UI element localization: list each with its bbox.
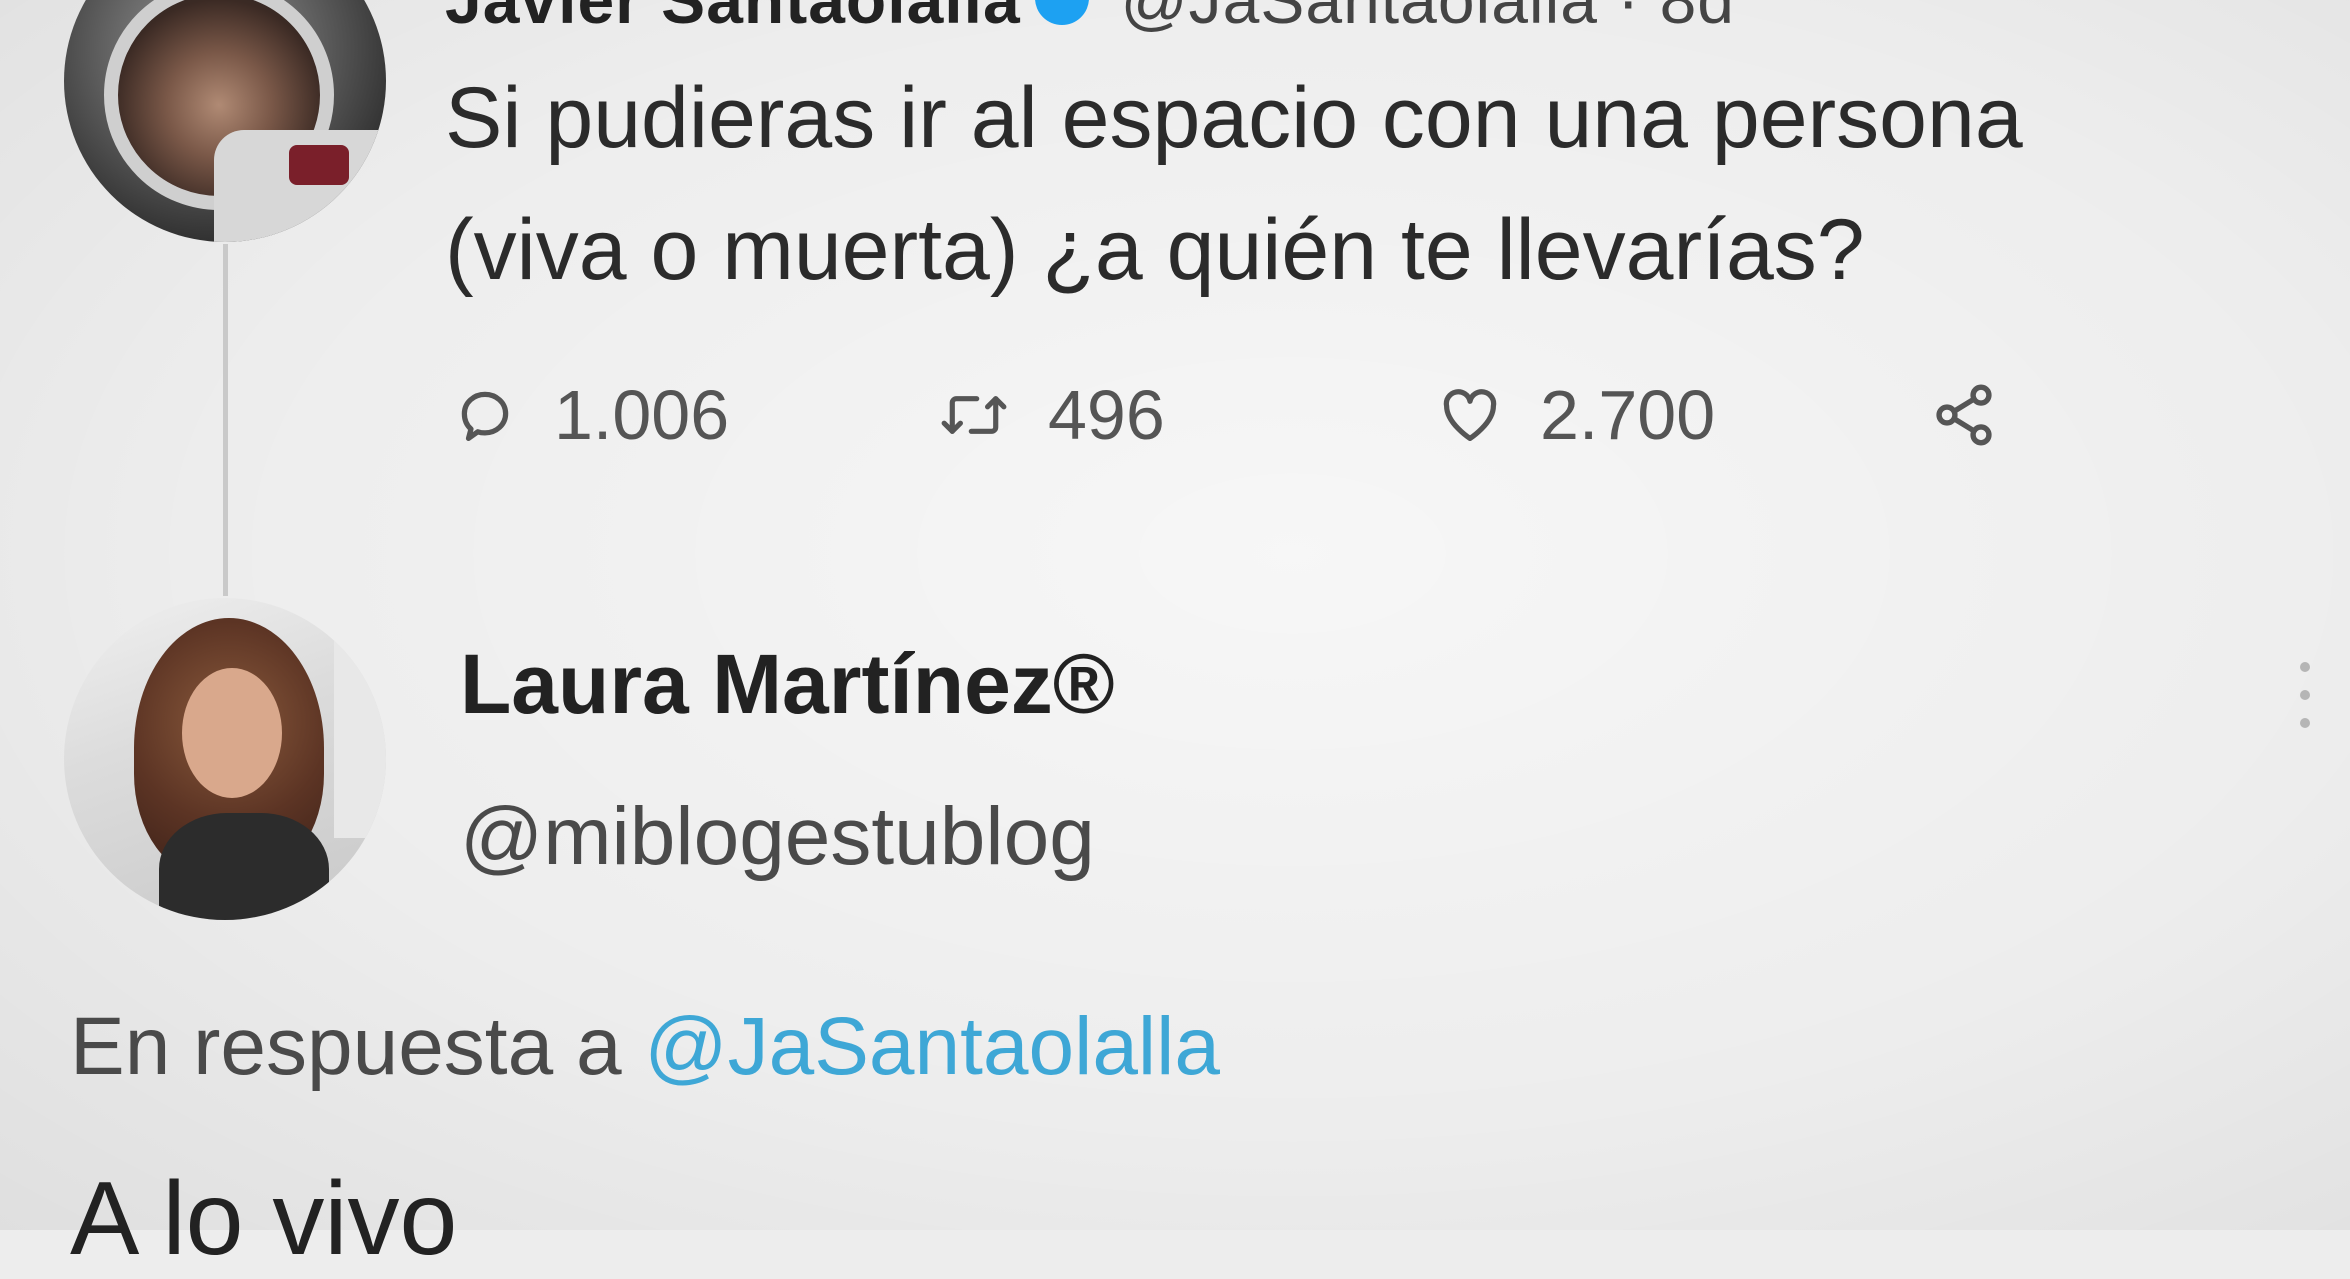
heart-icon [1436, 382, 1504, 448]
original-tweet-header[interactable]: Javier Santaolalla @JaSantaolalla · 8d [445, 0, 1735, 38]
reply-author-name[interactable]: Laura Martínez® [460, 636, 1115, 733]
vertical-ellipsis-icon[interactable] [2290, 655, 2320, 735]
reply-count: 1.006 [554, 376, 730, 454]
reply-author-avatar[interactable] [64, 598, 386, 920]
retweet-arrows-icon [936, 382, 1012, 448]
original-author-name[interactable]: Javier Santaolalla [445, 0, 1021, 37]
reply-tweet-text: A lo vivo [70, 1161, 458, 1277]
replying-to-prefix: En respuesta a [70, 1001, 622, 1092]
tweet-text-line-1: Si pudieras ir al espacio con una person… [445, 70, 2023, 166]
verified-badge-icon [1034, 0, 1089, 25]
avatar-background [334, 638, 386, 838]
reply-button[interactable]: 1.006 [452, 360, 729, 470]
replying-to-mention[interactable]: @JaSantaolalla [644, 1001, 1220, 1092]
original-author-avatar[interactable] [64, 0, 386, 242]
like-button[interactable]: 2.700 [1436, 360, 1715, 470]
replying-to-line: En respuesta a @JaSantaolalla [70, 1000, 1220, 1094]
avatar-patch [289, 145, 349, 185]
retweet-count: 496 [1048, 376, 1165, 454]
avatar-body [159, 813, 329, 920]
original-tweet-text: Si pudieras ir al espacio con una person… [445, 52, 2305, 316]
tweet-text-line-2: (viva o muerta) ¿a quién te llevarías? [445, 202, 1865, 298]
like-count: 2.700 [1540, 376, 1716, 454]
reply-author-handle[interactable]: @miblogestublog [460, 790, 1095, 884]
original-author-handle[interactable]: @JaSantaolalla · 8d [1121, 0, 1735, 37]
thread-line [223, 244, 228, 596]
speech-bubble-icon [452, 382, 518, 448]
share-button[interactable] [1930, 360, 1998, 470]
avatar-face [182, 668, 282, 798]
retweet-button[interactable]: 496 [936, 360, 1165, 470]
share-nodes-icon [1930, 381, 1998, 449]
